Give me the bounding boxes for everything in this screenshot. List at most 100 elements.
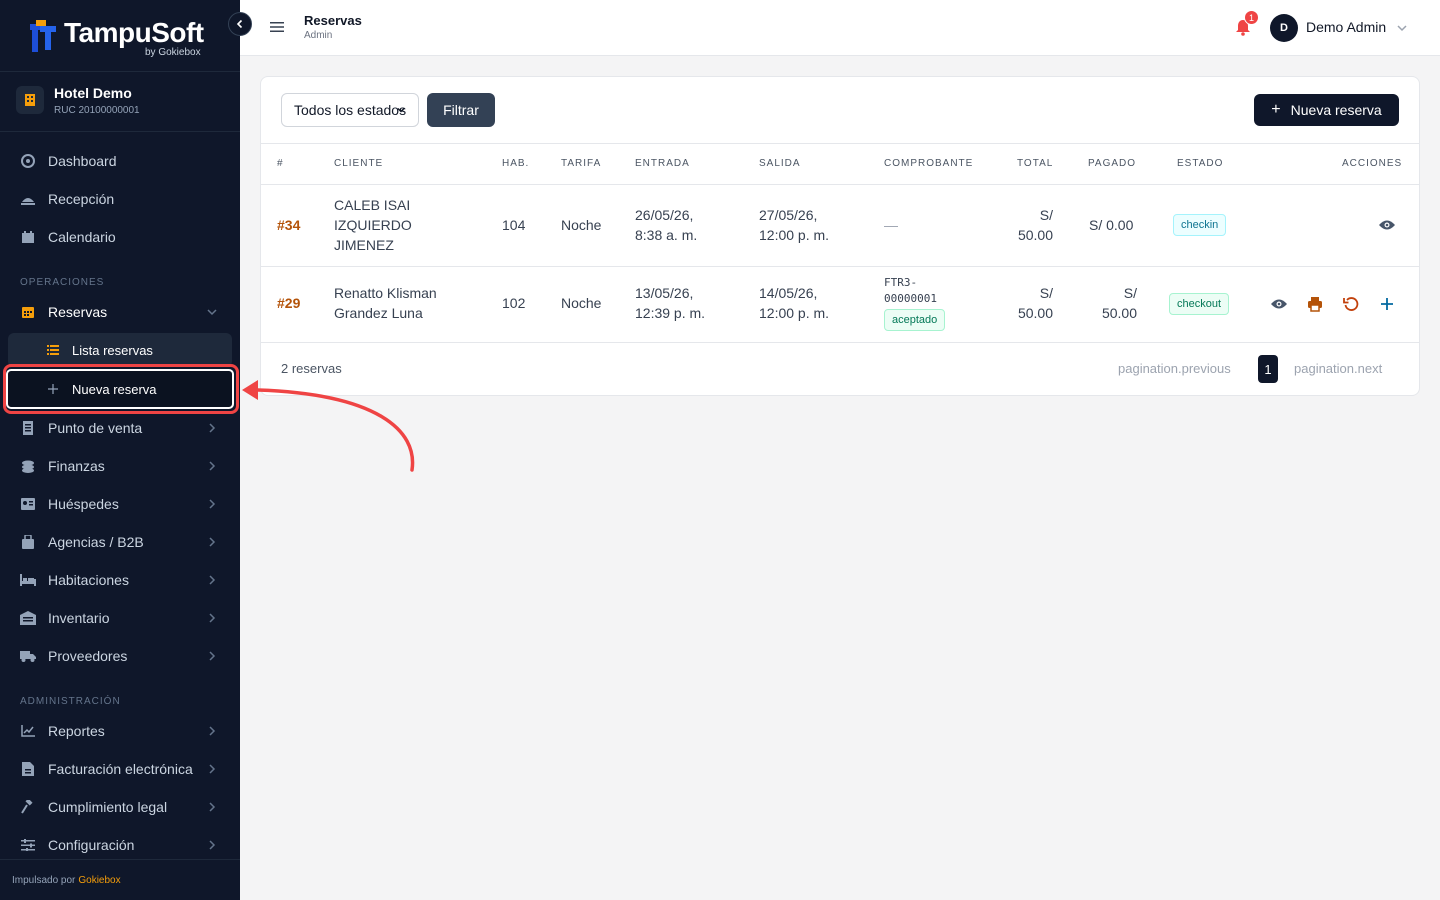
- check-in-time: 8:38 a. m.: [635, 227, 698, 243]
- hotel-ruc: RUC 20100000001: [54, 105, 140, 116]
- footer-prefix: Impulsado por: [12, 874, 76, 886]
- sidebar-item-label: Nueva reserva: [72, 381, 157, 397]
- check-out-time: 12:00 p. m.: [759, 305, 830, 321]
- new-reservation-button[interactable]: + Nueva reserva: [1254, 94, 1399, 126]
- warehouse-icon: [20, 610, 36, 626]
- pagination-previous[interactable]: pagination.previous: [1118, 361, 1231, 376]
- briefcase-icon: [20, 534, 36, 550]
- paid-currency: S/: [1123, 285, 1137, 301]
- sidebar-item-facturacion[interactable]: Facturación electrónica: [0, 750, 240, 788]
- check-out: 14/05/26, 12:00 p. m.: [759, 283, 829, 323]
- check-out-time: 12:00 p. m.: [759, 227, 830, 243]
- undo-icon[interactable]: [1341, 294, 1361, 314]
- column-header: ESTADO: [1177, 158, 1224, 169]
- paid: S/ 50.00: [1089, 283, 1137, 323]
- calendar-grid-icon: [20, 304, 36, 320]
- plus-icon: [46, 382, 60, 396]
- notification-badge: 1: [1244, 10, 1259, 25]
- print-icon[interactable]: [1305, 294, 1325, 314]
- sidebar-item-label: Reportes: [48, 723, 105, 739]
- voucher-number[interactable]: FTR3- 00000001: [884, 275, 937, 307]
- footer-brand-link[interactable]: Gokiebox: [78, 875, 120, 886]
- view-eye-icon[interactable]: [1377, 215, 1397, 235]
- check-out-date: 27/05/26,: [759, 207, 818, 223]
- gavel-icon: [20, 799, 36, 815]
- paid-amount: 50.00: [1101, 305, 1137, 321]
- sidebar-item-reportes[interactable]: Reportes: [0, 712, 240, 750]
- sidebar-subitem-nueva-reserva[interactable]: Nueva reserva: [8, 372, 232, 406]
- total-amount: 50.00: [1017, 305, 1053, 321]
- receipt-icon: [20, 420, 36, 436]
- sidebar-item-label: Habitaciones: [48, 572, 129, 588]
- sidebar-item-huespedes[interactable]: Huéspedes: [0, 485, 240, 523]
- client-name: Renatto Klisman Grandez Luna: [334, 283, 437, 323]
- column-header: PAGADO: [1088, 158, 1137, 169]
- status-select[interactable]: Todos los estados: [281, 93, 419, 127]
- total-amount: 50.00: [1017, 227, 1053, 243]
- table-row[interactable]: #29 Renatto Klisman Grandez Luna 102 Noc…: [261, 267, 1419, 343]
- sidebar-item-punto-de-venta[interactable]: Punto de venta: [0, 409, 240, 447]
- sidebar-item-inventario[interactable]: Inventario: [0, 599, 240, 637]
- voucher-status-badge: aceptado: [884, 309, 946, 331]
- truck-icon: [20, 648, 36, 664]
- collapse-sidebar-button[interactable]: [228, 12, 252, 36]
- rate: Noche: [561, 295, 602, 311]
- table-row[interactable]: #34 CALEB ISAI IZQUIERDO JIMENEZ 104 Noc…: [261, 185, 1419, 267]
- page-subtitle: Admin: [304, 30, 333, 41]
- sidebar-item-finanzas[interactable]: Finanzas: [0, 447, 240, 485]
- chevron-right-icon: [209, 461, 216, 471]
- client-name-line: CALEB ISAI: [334, 197, 411, 213]
- user-name[interactable]: Demo Admin: [1306, 19, 1386, 35]
- sidebar-item-habitaciones[interactable]: Habitaciones: [0, 561, 240, 599]
- sidebar-footer: Impulsado por Gokiebox: [0, 859, 240, 900]
- check-out: 27/05/26, 12:00 p. m.: [759, 205, 829, 245]
- sliders-icon: [20, 837, 36, 853]
- reservations-card: Todos los estados Filtrar + Nueva reserv…: [260, 76, 1420, 396]
- section-label-operaciones: OPERACIONES: [20, 277, 105, 288]
- sidebar-item-label: Agencias / B2B: [48, 534, 144, 550]
- add-icon[interactable]: [1377, 294, 1397, 314]
- column-header: ACCIONES: [1342, 158, 1403, 169]
- voucher-series: FTR3-: [884, 276, 918, 289]
- sidebar-item-calendario[interactable]: Calendario: [0, 218, 240, 256]
- sidebar-item-proveedores[interactable]: Proveedores: [0, 637, 240, 675]
- sidebar-subitem-lista-reservas[interactable]: Lista reservas: [8, 333, 232, 367]
- chevron-down-icon: [207, 309, 217, 316]
- chevron-right-icon: [209, 726, 216, 736]
- pagination-next[interactable]: pagination.next: [1294, 361, 1382, 376]
- room-number: 102: [502, 295, 526, 311]
- sidebar-item-recepcion[interactable]: Recepción: [0, 180, 240, 218]
- sidebar-item-label: Huéspedes: [48, 496, 119, 512]
- new-reservation-label: Nueva reserva: [1290, 102, 1382, 118]
- check-out-date: 14/05/26,: [759, 285, 818, 301]
- section-label-administracion: ADMINISTRACIÓN: [20, 696, 121, 707]
- id-card-icon: [20, 496, 36, 512]
- pagination-page[interactable]: 1: [1258, 355, 1278, 383]
- room-number: 104: [502, 217, 526, 233]
- sidebar-item-dashboard[interactable]: Dashboard: [0, 142, 240, 180]
- voucher-correlative: 00000001: [884, 292, 937, 305]
- reservation-id[interactable]: #29: [277, 293, 300, 313]
- sidebar-item-reservas[interactable]: Reservas: [0, 293, 240, 331]
- total: S/ 50.00: [1005, 205, 1053, 245]
- chevron-right-icon: [209, 802, 216, 812]
- view-eye-icon[interactable]: [1269, 294, 1289, 314]
- sidebar-item-label: Dashboard: [48, 153, 117, 169]
- column-header: SALIDA: [759, 158, 801, 169]
- avatar[interactable]: D: [1270, 14, 1298, 42]
- menu-icon[interactable]: [270, 20, 284, 34]
- topbar: Reservas Admin 1 D Demo Admin: [240, 0, 1440, 56]
- sidebar-item-agencias[interactable]: Agencias / B2B: [0, 523, 240, 561]
- status-select-value: Todos los estados: [294, 102, 407, 118]
- column-header: ENTRADA: [635, 158, 690, 169]
- filter-button[interactable]: Filtrar: [427, 93, 495, 127]
- check-in-date: 26/05/26,: [635, 207, 694, 223]
- sidebar: TampuSoft by Gokiebox Hotel Demo RUC 201…: [0, 0, 240, 900]
- sidebar-item-label: Proveedores: [48, 648, 128, 664]
- table-header: # CLIENTE HAB. TARIFA ENTRADA SALIDA COM…: [261, 143, 1419, 185]
- reservation-id[interactable]: #34: [277, 215, 300, 235]
- hotel-selector[interactable]: Hotel Demo RUC 20100000001: [0, 72, 240, 132]
- page-title: Reservas: [304, 13, 362, 28]
- sidebar-item-cumplimiento[interactable]: Cumplimiento legal: [0, 788, 240, 826]
- chevron-down-icon[interactable]: [1396, 22, 1408, 34]
